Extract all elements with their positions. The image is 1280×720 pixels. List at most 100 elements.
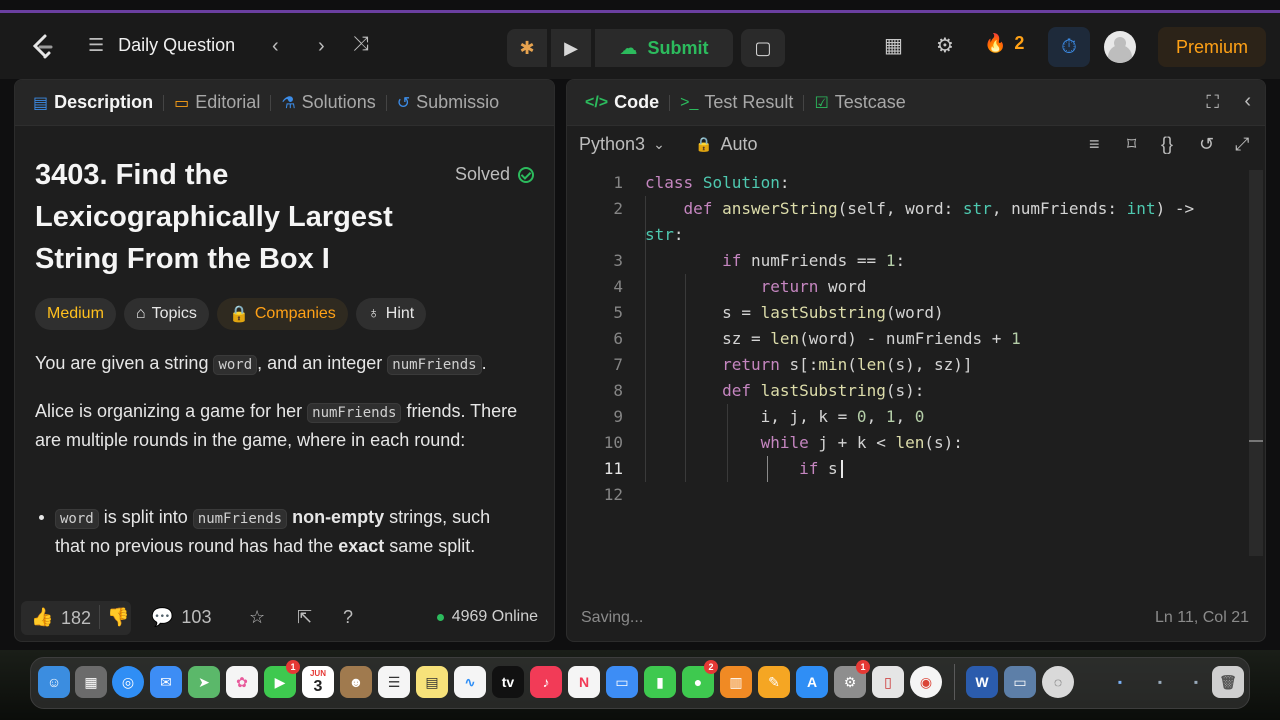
downloads-stack-icon[interactable]: ▪	[1110, 666, 1130, 698]
mail-icon[interactable]: ✉	[150, 666, 182, 698]
collapse-icon[interactable]: ‹	[1244, 90, 1251, 113]
description-tabbar: ▤ Description ▭ Editorial ⚗ Solutions ↺ …	[15, 80, 554, 126]
tab-editorial[interactable]: ▭ Editorial	[174, 92, 260, 113]
trash-icon[interactable]: 🗑	[1212, 666, 1244, 698]
music-icon[interactable]: ♪	[530, 666, 562, 698]
maps-icon[interactable]: ➤	[188, 666, 220, 698]
launchpad-icon[interactable]: ▦	[75, 666, 107, 698]
streak-counter[interactable]: 🔥 2	[984, 33, 1024, 54]
bold-text: exact	[338, 536, 385, 556]
editor-scrollbar[interactable]	[1249, 170, 1263, 556]
flame-icon: 🔥	[984, 33, 1007, 53]
auto-toggle[interactable]: 🔒 Auto	[695, 134, 757, 155]
premium-button[interactable]: Premium	[1158, 27, 1266, 67]
tab-divider	[669, 94, 671, 111]
contacts-icon[interactable]: ☻	[340, 666, 372, 698]
next-problem-icon[interactable]: ›	[318, 35, 325, 58]
inline-code: word	[213, 355, 258, 375]
screen-sharing-icon[interactable]: ▭	[1004, 666, 1036, 698]
code-tabbar: </> Code >_ Test Result ☑ Testcase ⛶ ‹	[567, 80, 1265, 126]
notes-button[interactable]: ▢	[741, 29, 785, 67]
photos-icon[interactable]: ✿	[226, 666, 258, 698]
companies-chip[interactable]: 🔒 Companies	[216, 298, 348, 330]
tab-submissions[interactable]: ↺ Submissio	[397, 92, 499, 113]
pages-icon[interactable]: ✎	[758, 666, 790, 698]
books-icon[interactable]: ▥	[720, 666, 752, 698]
line-number: 2	[613, 199, 623, 218]
shuffle-icon[interactable]: ⤨	[353, 33, 369, 56]
reminders-icon[interactable]: ☰	[378, 666, 410, 698]
freeform-icon[interactable]: ∿	[454, 666, 486, 698]
tab-code[interactable]: </> Code	[585, 92, 659, 113]
code-text: return word	[760, 277, 867, 296]
code-line: 2 def answerString(self, word: str, numF…	[567, 196, 1247, 222]
difficulty-badge: Medium	[35, 298, 116, 330]
iphone-mirroring-icon[interactable]: ▯	[872, 666, 904, 698]
chrome-icon[interactable]: ◉	[910, 666, 942, 698]
bookmark-icon[interactable]: ⌑	[1127, 134, 1136, 155]
reset-icon[interactable]: ↺	[1199, 134, 1214, 155]
topics-chip[interactable]: ⌂ Topics	[123, 298, 209, 330]
timer-button[interactable]: ⏱	[1048, 27, 1090, 67]
code-editor[interactable]: 1 class Solution: 2 def answerString(self…	[567, 170, 1247, 590]
fullscreen-icon[interactable]: ⤢	[1235, 134, 1249, 155]
facetime-icon[interactable]: ▶ 1	[264, 660, 300, 698]
tab-testcase[interactable]: ☑ Testcase	[814, 92, 905, 113]
calendar-icon[interactable]: JUN 3	[302, 666, 334, 698]
code-text: if numFriends == 1:	[722, 251, 906, 270]
problem-list-button[interactable]: ☰ Daily Question	[88, 35, 235, 56]
keynote-icon[interactable]: ▭	[606, 666, 638, 698]
thumbs-down-icon[interactable]: 👎	[107, 607, 129, 628]
gear-icon[interactable]: ⚙	[936, 33, 954, 58]
safari-icon[interactable]: ◎	[112, 666, 144, 698]
finder-icon[interactable]: ☺	[38, 666, 70, 698]
braces-icon[interactable]: {}	[1161, 134, 1173, 155]
code-panel: </> Code >_ Test Result ☑ Testcase ⛶ ‹ P…	[566, 79, 1266, 642]
maximize-icon[interactable]: ⛶	[1206, 92, 1219, 113]
word-icon[interactable]: W	[966, 666, 998, 698]
system-settings-icon[interactable]: ⚙ 1	[834, 660, 870, 698]
description-panel: ▤ Description ▭ Editorial ⚗ Solutions ↺ …	[14, 79, 555, 642]
hint-chip[interactable]: ♁ Hint	[355, 298, 427, 330]
thumbs-up-icon[interactable]: 👍	[31, 607, 53, 628]
tab-divider	[163, 94, 165, 111]
calendar-month: JUN	[309, 668, 326, 678]
tv-icon[interactable]: tv	[492, 666, 524, 698]
documents-stack-icon[interactable]: ▪	[1186, 666, 1206, 698]
debug-button[interactable]: ✱	[507, 29, 547, 67]
notification-badge: 1	[286, 660, 300, 674]
code-line: 7 return s[:min(len(s), sz)]	[567, 352, 1247, 378]
code-text: def answerString(self, word: str, numFri…	[683, 199, 1195, 218]
check-circle-icon	[518, 166, 535, 183]
comments-button[interactable]: 💬 103	[151, 607, 211, 628]
notes-icon[interactable]: ▤	[416, 666, 448, 698]
format-icon[interactable]: ≡	[1089, 134, 1100, 155]
numbers-icon[interactable]: ▮	[644, 666, 676, 698]
text: same split.	[384, 536, 476, 556]
run-button[interactable]: ▶	[551, 29, 591, 67]
folder-stack-icon[interactable]: ▪	[1150, 666, 1170, 698]
calendar-day: 3	[313, 677, 323, 695]
avatar[interactable]	[1104, 31, 1136, 63]
description-footer: 👍 182 👎 💬 103 ☆ ⇱ ? 4969 Online	[15, 595, 554, 641]
editor-statusbar: Saving... Ln 11, Col 21	[567, 597, 1265, 641]
share-icon[interactable]: ⇱	[297, 607, 312, 628]
prev-problem-icon[interactable]: ‹	[272, 35, 279, 58]
tab-description[interactable]: ▤ Description	[33, 92, 153, 113]
app-store-icon[interactable]: A	[796, 666, 828, 698]
help-icon[interactable]: ?	[343, 607, 353, 628]
leetcode-logo-icon[interactable]	[28, 33, 56, 61]
star-icon[interactable]: ☆	[249, 607, 265, 628]
tab-solutions[interactable]: ⚗ Solutions	[281, 92, 375, 113]
submit-button[interactable]: ☁ Submit	[595, 29, 733, 67]
news-icon[interactable]: N	[568, 666, 600, 698]
list-icon: ☰	[88, 35, 105, 55]
language-select[interactable]: Python3 ⌄	[579, 134, 665, 155]
code-text: return s[:min(len(s), sz)]	[722, 355, 973, 374]
layout-icon[interactable]: ▦	[884, 33, 903, 58]
messages-icon[interactable]: ● 2	[682, 660, 718, 698]
tab-test-result[interactable]: >_ Test Result	[680, 92, 793, 113]
problem-title: 3403. Find the Lexicographically Largest…	[35, 159, 393, 275]
code-line: 3 if numFriends == 1:	[567, 248, 1247, 274]
preview-icon[interactable]: ◌	[1042, 666, 1074, 698]
